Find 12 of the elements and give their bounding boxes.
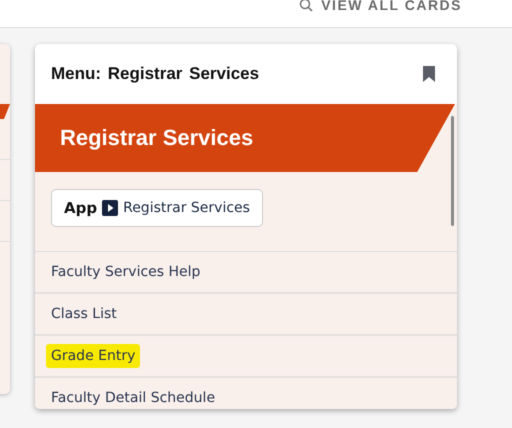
app-button[interactable]: App Registrar Services <box>51 189 263 227</box>
menu-item[interactable]: Grade Entry <box>46 344 140 368</box>
view-all-cards-link[interactable]: VIEW ALL CARDS <box>299 0 462 13</box>
bookmark-icon[interactable] <box>423 66 435 82</box>
menu-item[interactable]: Class List <box>51 306 117 322</box>
search-icon <box>299 0 314 12</box>
banner-title: Registrar Services <box>60 125 254 151</box>
card-title: Menu: Registrar Services <box>51 64 260 84</box>
menu-item[interactable]: Faculty Services Help <box>51 264 200 280</box>
menu-item[interactable]: Faculty Detail Schedule <box>51 390 216 406</box>
scrollbar[interactable] <box>451 116 454 226</box>
play-icon <box>102 200 118 216</box>
